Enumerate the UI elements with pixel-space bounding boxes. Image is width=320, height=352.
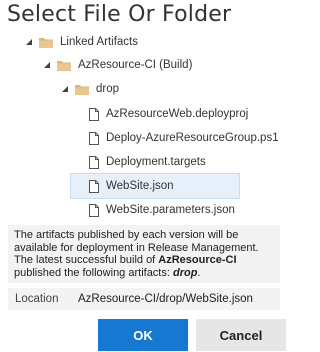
folder-icon: [57, 60, 71, 71]
tree-file-label: Deploy-AzureResourceGroup.ps1: [106, 132, 279, 144]
tree-node-label: Linked Artifacts: [60, 36, 138, 48]
tree-file-item[interactable]: AzResourceWeb.deployproj: [89, 102, 248, 126]
artifact-name: drop: [172, 266, 198, 279]
tree-file-item-selected[interactable]: WebSite.json: [70, 173, 240, 199]
info-text: published the following artifacts:: [14, 266, 173, 279]
expanded-arrow-icon[interactable]: [25, 38, 33, 46]
cancel-button[interactable]: Cancel: [196, 319, 286, 351]
tree-file-item[interactable]: Deploy-AzureResourceGroup.ps1: [89, 126, 279, 150]
tree-file-label: WebSite.parameters.json: [106, 204, 235, 216]
file-icon: [89, 155, 99, 169]
expanded-arrow-icon[interactable]: [43, 61, 51, 69]
info-line: available for deployment in Release Mana…: [14, 241, 259, 254]
tree-node-linked-artifacts[interactable]: Linked Artifacts: [25, 30, 138, 54]
expanded-arrow-icon[interactable]: [61, 85, 69, 93]
tree-file-item[interactable]: Deployment.targets: [89, 150, 206, 174]
info-line: The artifacts published by each version …: [14, 229, 239, 241]
info-message: The artifacts published by each version …: [8, 225, 280, 283]
info-text: .: [197, 266, 201, 279]
info-line: published the following artifacts: drop.: [14, 267, 274, 280]
dialog-title: Select File Or Folder: [7, 2, 232, 27]
folder-icon: [39, 37, 53, 48]
ok-button[interactable]: OK: [98, 319, 188, 351]
build-name: AzResource-CI: [158, 254, 237, 266]
file-icon: [89, 203, 99, 217]
tree-file-item[interactable]: WebSite.parameters.json: [89, 198, 235, 222]
tree-node-label: AzResource-CI (Build): [78, 59, 193, 71]
location-label: Location: [15, 293, 59, 305]
file-icon: [89, 131, 99, 145]
file-icon: [89, 179, 99, 193]
location-value: AzResource-CI/drop/WebSite.json: [78, 293, 253, 305]
folder-icon: [75, 84, 89, 95]
tree-file-label: WebSite.json: [106, 180, 174, 192]
file-icon: [89, 107, 99, 121]
info-text: The latest successful build of: [14, 254, 159, 266]
location-row: Location AzResource-CI/drop/WebSite.json: [8, 288, 280, 310]
tree-node-drop[interactable]: drop: [61, 77, 119, 101]
info-line: The latest successful build of AzResourc…: [14, 254, 274, 267]
tree-node-label: drop: [96, 83, 120, 95]
tree-file-label: AzResourceWeb.deployproj: [106, 108, 249, 120]
tree-file-label: Deployment.targets: [106, 156, 206, 168]
tree-node-build[interactable]: AzResource-CI (Build): [43, 53, 192, 77]
